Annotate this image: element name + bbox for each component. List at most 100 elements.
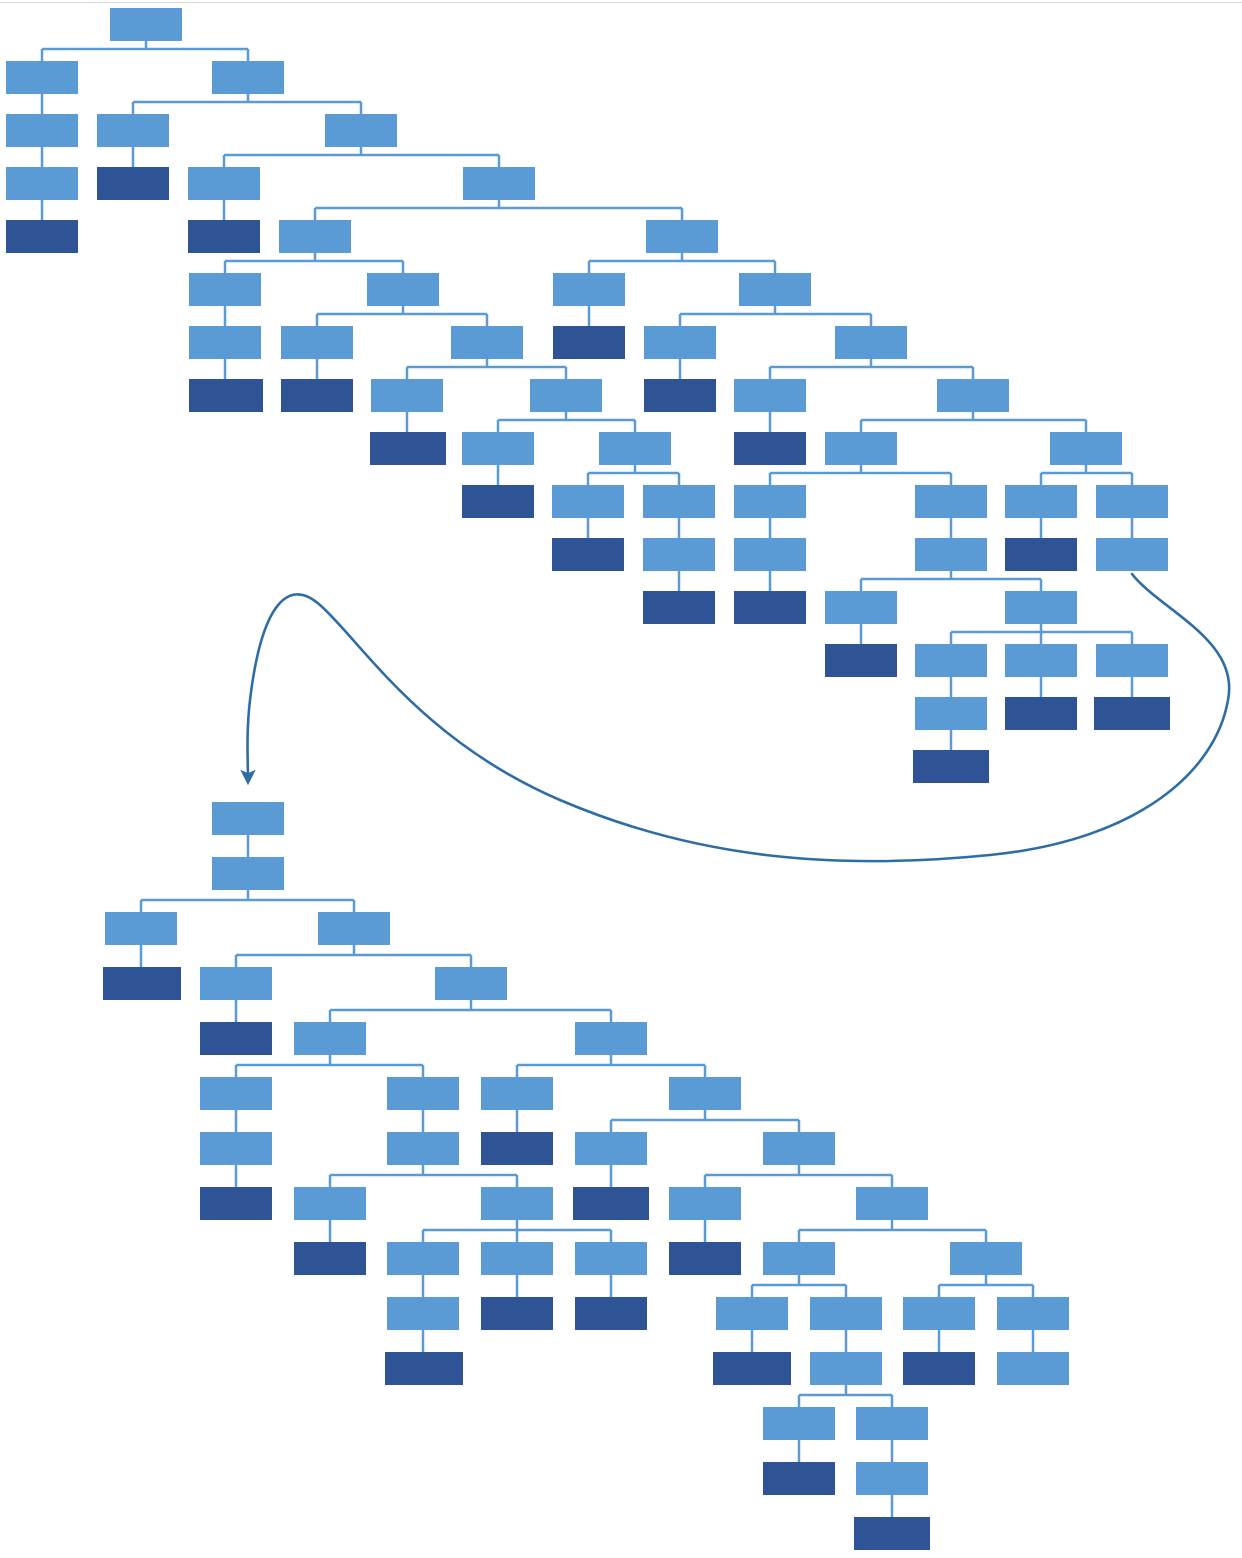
- category-node-det: [734, 379, 806, 412]
- category-node-vnp: [915, 644, 987, 677]
- category-node-v: [644, 326, 716, 359]
- category-node-conj: [1005, 644, 1077, 677]
- category-node-det: [200, 967, 272, 1000]
- category-node-det: [669, 1187, 741, 1220]
- top-rule-divider: [0, 2, 1242, 3]
- terminal-node-kissed: [573, 1187, 649, 1220]
- category-node-: [1096, 538, 1168, 571]
- category-node-n: [189, 273, 261, 306]
- category-node-cp: [915, 485, 987, 518]
- category-node-cp: [367, 273, 439, 306]
- category-node-np: [325, 114, 397, 147]
- terminal-node-tattered: [385, 1352, 463, 1385]
- terminal-node-the: [552, 538, 624, 571]
- terminal-node-the: [200, 1022, 272, 1055]
- category-node-c: [281, 326, 353, 359]
- category-node-: [997, 1352, 1069, 1385]
- category-node-n: [200, 1077, 272, 1110]
- category-node-vp: [739, 273, 811, 306]
- category-node-cp: [575, 1022, 647, 1055]
- category-node-n: [763, 1242, 835, 1275]
- terminal-node-the: [188, 220, 260, 253]
- category-node-: [212, 802, 284, 835]
- category-node-vnp: [810, 1352, 882, 1385]
- category-node-vn: [387, 1297, 459, 1330]
- terminal-node-man: [200, 1187, 272, 1220]
- terminal-node-that: [1005, 538, 1077, 571]
- category-node-v: [371, 379, 443, 412]
- terminal-node-maiden: [713, 1352, 791, 1385]
- category-node-n: [643, 538, 715, 571]
- category-node-adv: [294, 1187, 366, 1220]
- terminal-node-is: [97, 167, 169, 200]
- category-node-cp: [950, 1242, 1022, 1275]
- category-node-det: [188, 167, 260, 200]
- category-node-conj: [481, 1242, 553, 1275]
- terminal-node-that: [903, 1352, 975, 1385]
- category-node-vp: [669, 1077, 741, 1110]
- terminal-node-judge: [734, 591, 806, 624]
- category-node-c: [1005, 485, 1077, 518]
- category-node-vn: [915, 697, 987, 730]
- category-node-vp: [997, 1297, 1069, 1330]
- terminal-node-this: [6, 220, 78, 253]
- category-node-vp: [212, 857, 284, 890]
- category-node-n: [825, 432, 897, 465]
- category-node-vnp: [856, 1407, 928, 1440]
- category-node-c: [903, 1297, 975, 1330]
- category-node-np: [6, 61, 78, 94]
- category-node-n: [294, 1022, 366, 1055]
- category-node-adv: [825, 591, 897, 624]
- category-node-n: [734, 485, 806, 518]
- syntax-tree-diagram: [0, 0, 1242, 1558]
- category-node-np: [835, 326, 907, 359]
- category-node-n: [463, 167, 535, 200]
- category-node-pp: [530, 379, 602, 412]
- terminal-node-in: [462, 485, 534, 518]
- category-node-vnp: [481, 1187, 553, 1220]
- category-node-p: [462, 432, 534, 465]
- category-node-vp: [212, 61, 284, 94]
- category-node-np: [318, 912, 390, 945]
- category-node-cp: [1050, 432, 1122, 465]
- terminal-node-that: [553, 326, 625, 359]
- terminal-node-the: [734, 432, 806, 465]
- terminal-node-all: [825, 644, 897, 677]
- terminal-node-that: [481, 1132, 553, 1165]
- category-node-n: [643, 485, 715, 518]
- category-node-n: [6, 167, 78, 200]
- category-node-vnp: [1005, 591, 1077, 624]
- category-node-v: [97, 114, 169, 147]
- category-node-s: [110, 8, 182, 41]
- category-node-n: [937, 379, 1009, 412]
- category-node-n: [734, 538, 806, 571]
- terminal-node-rooster: [189, 379, 263, 412]
- category-node-vp: [1096, 485, 1168, 518]
- terminal-node-the: [669, 1242, 741, 1275]
- category-node-v: [105, 912, 177, 945]
- category-node-np: [599, 432, 671, 465]
- category-node-v: [575, 1132, 647, 1165]
- category-node-vn: [856, 1462, 928, 1495]
- category-node-n: [200, 1132, 272, 1165]
- terminal-node-and: [481, 1297, 553, 1330]
- category-node-cp: [387, 1077, 459, 1110]
- category-node-n: [189, 326, 261, 359]
- category-node-vnp: [387, 1242, 459, 1275]
- category-node-adv: [763, 1407, 835, 1440]
- terminal-node-shaven: [913, 750, 989, 783]
- category-node-n: [279, 220, 351, 253]
- terminal-node-crowed: [370, 432, 446, 465]
- category-node-cp: [810, 1297, 882, 1330]
- terminal-node-that: [281, 379, 353, 412]
- terminal-node-married: [103, 967, 181, 1000]
- terminal-node-forlorn: [854, 1517, 930, 1550]
- terminal-node-morn: [643, 591, 715, 624]
- terminal-node-all: [763, 1462, 835, 1495]
- category-node-det: [552, 485, 624, 518]
- category-node-n: [716, 1297, 788, 1330]
- terminal-node-torn: [575, 1297, 647, 1330]
- terminal-node-and: [1005, 697, 1077, 730]
- terminal-node-all: [294, 1242, 366, 1275]
- category-node-vn: [1096, 644, 1168, 677]
